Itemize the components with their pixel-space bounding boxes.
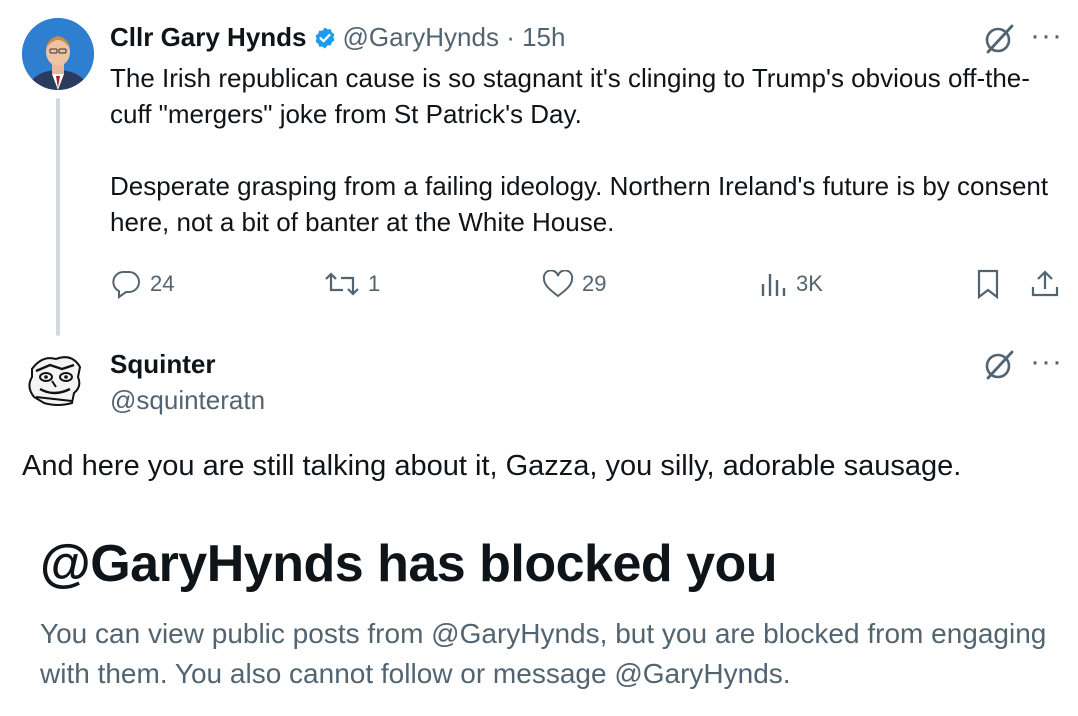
avatar[interactable] [22, 347, 88, 413]
tweet-paragraph: Desperate grasping from a failing ideolo… [110, 171, 1049, 237]
like-count: 29 [582, 271, 607, 296]
views-icon [761, 274, 786, 296]
blocked-notice-description: You can view public posts from @GaryHynd… [40, 618, 1047, 689]
like-button[interactable]: 29 [542, 266, 606, 302]
verified-badge-icon [313, 24, 337, 58]
bookmark-icon [977, 269, 999, 299]
views-button[interactable]: 3K [760, 266, 823, 302]
tweet-timestamp[interactable]: 15h [522, 22, 565, 52]
bookmark-button[interactable] [976, 266, 1008, 302]
author-handle[interactable]: @squinteratn [110, 384, 265, 416]
share-button[interactable] [1030, 266, 1068, 302]
share-icon [1031, 270, 1059, 297]
author-name[interactable]: Cllr Gary Hynds [110, 22, 307, 52]
more-options-button[interactable]: ··· [1030, 347, 1063, 377]
repost-icon [325, 272, 359, 296]
grok-icon[interactable] [982, 22, 1016, 61]
reply-icon [112, 271, 140, 299]
repost-button[interactable]: 1 [324, 266, 380, 302]
tweet-text: The Irish republican cause is so stagnan… [110, 60, 1050, 240]
views-count: 3K [796, 271, 823, 296]
heart-icon [542, 270, 574, 298]
blocked-notice-title: @GaryHynds has blocked you [40, 535, 778, 593]
avatar[interactable] [22, 18, 94, 90]
author-name[interactable]: Squinter [110, 348, 215, 380]
author-handle[interactable]: @GaryHynds [343, 22, 499, 52]
grok-icon[interactable] [982, 348, 1016, 387]
tweet-paragraph: The Irish republican cause is so stagnan… [110, 63, 1030, 129]
repost-count: 1 [368, 271, 381, 296]
tweet-header: Cllr Gary Hynds @GaryHynds · 15h [110, 20, 565, 58]
tweet-text: And here you are still talking about it,… [22, 450, 962, 482]
thread-connector-line [56, 98, 60, 336]
reply-count: 24 [150, 271, 175, 296]
separator-dot: · [506, 22, 515, 52]
more-options-button[interactable]: ··· [1030, 21, 1063, 51]
reply-button[interactable]: 24 [110, 266, 174, 302]
